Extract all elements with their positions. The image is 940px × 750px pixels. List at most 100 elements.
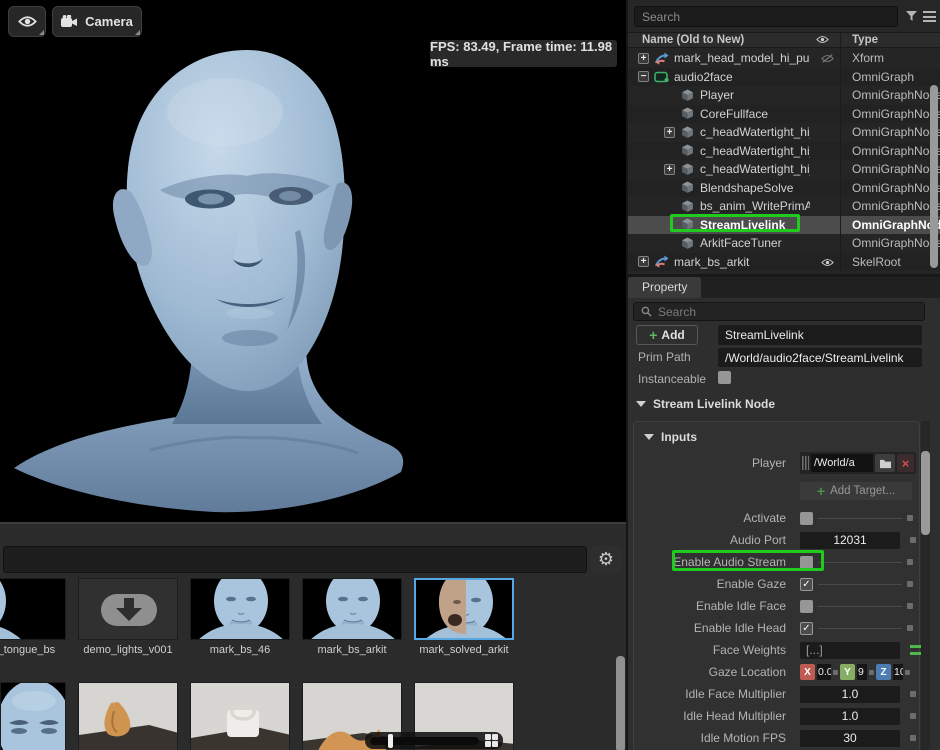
add-property-button[interactable]: + Add xyxy=(636,325,698,345)
content-scrollbar[interactable] xyxy=(616,656,625,750)
xform-icon xyxy=(653,52,670,65)
column-name[interactable]: Name (Old to New) xyxy=(642,34,744,46)
asset-thumbnail-mark-bs-arkit[interactable] xyxy=(302,578,402,640)
tree-row[interactable]: ArkitFaceTunerOmniGraphNode xyxy=(628,234,940,253)
expand-toggle-icon[interactable]: + xyxy=(664,127,675,138)
eye-hidden-icon[interactable] xyxy=(814,52,840,66)
grid-view-icon[interactable] xyxy=(485,734,498,747)
property-panel: Property Search + Add StreamLivelink Pri… xyxy=(628,274,940,750)
player-target-widget[interactable]: /World/a × xyxy=(800,452,916,474)
viewport-3d[interactable]: Camera FPS: 83.49, Frame time: 11.98 ms xyxy=(0,0,626,522)
tree-row-label: mark_head_model_hi_pub xyxy=(674,51,810,65)
section-stream-livelink-node[interactable]: Stream Livelink Node xyxy=(636,397,775,411)
tab-property[interactable]: Property xyxy=(628,277,701,298)
asset-thumbnail[interactable] xyxy=(0,682,66,750)
audio2face-app-window: Camera FPS: 83.49, Frame time: 11.98 ms … xyxy=(0,0,940,750)
tree-row[interactable]: +c_headWatertight_hi_OmniGraphNode xyxy=(628,160,940,179)
slider-track[interactable] xyxy=(370,737,479,745)
tree-row[interactable]: +c_headWatertight_hi_OmniGraphNode xyxy=(628,123,940,142)
asset-thumbnail-mark-solved-arkit[interactable] xyxy=(414,578,514,640)
audio-port-field[interactable]: 12031 xyxy=(800,532,900,549)
axis-z-value[interactable]: 10 xyxy=(893,664,903,680)
tree-row-label: c_headWatertight_hi_ xyxy=(700,125,810,139)
asset-thumbnail-laire-tongue-bs[interactable] xyxy=(0,578,66,640)
stage-search-input[interactable] xyxy=(634,6,898,27)
property-row-enable-audio-stream: Enable Audio Stream xyxy=(634,551,919,573)
tree-row[interactable]: −audio2faceOmniGraph xyxy=(628,68,940,87)
cube-icon xyxy=(679,237,696,250)
add-target-button[interactable]: + Add Target... xyxy=(800,482,912,500)
tree-row[interactable]: PlayerOmniGraphNode xyxy=(628,86,940,105)
enable-audio-stream-checkbox[interactable] xyxy=(800,556,813,569)
tree-row-label: audio2face xyxy=(674,70,733,84)
asset-label: mark_bs_arkit xyxy=(302,644,402,656)
idle-motion-fps-field[interactable]: 30 xyxy=(800,730,900,747)
stage-panel: Name (Old to New) Type + mark_head_model_… xyxy=(628,0,940,274)
tree-row[interactable]: bs_anim_WritePrimAtOmniGraphNode xyxy=(628,197,940,216)
activate-checkbox[interactable] xyxy=(800,512,813,525)
menu-icon[interactable] xyxy=(923,11,936,22)
visibility-column-eye-icon[interactable] xyxy=(816,35,829,47)
axis-y-badge: Y xyxy=(840,664,855,680)
tree-row[interactable]: c_headWatertight_hi_OmniGraphNode xyxy=(628,142,940,161)
gaze-location-xyz-widget[interactable]: X0.0Y9Z10 xyxy=(800,664,912,680)
enable-idle-head-checkbox[interactable]: ✓ xyxy=(800,622,813,635)
slider-handle[interactable] xyxy=(388,734,393,748)
tree-row-type: OmniGraphNode xyxy=(852,236,940,250)
prim-path-field[interactable]: /World/audio2face/StreamLivelink xyxy=(718,348,922,367)
asset-thumbnail[interactable] xyxy=(190,682,290,750)
property-scrollbar[interactable] xyxy=(921,451,930,535)
thumbnail-size-slider[interactable] xyxy=(365,732,503,749)
camera-menu-button[interactable]: Camera xyxy=(52,6,142,37)
inputs-section-header[interactable]: Inputs xyxy=(644,430,697,444)
expand-toggle-icon[interactable]: + xyxy=(638,256,649,267)
tree-row-type: SkelRoot xyxy=(852,255,901,269)
drag-handle-icon[interactable] xyxy=(802,456,809,470)
fps-counter: FPS: 83.49, Frame time: 11.98 ms xyxy=(430,40,617,67)
prim-path-label: Prim Path xyxy=(638,350,691,364)
tree-row-label: bs_anim_WritePrimAt xyxy=(700,199,810,213)
collapse-triangle-icon xyxy=(644,434,654,440)
tree-row[interactable]: +mark_head_model_hi_pubXform xyxy=(628,49,940,68)
property-search-input[interactable]: Search xyxy=(633,302,925,321)
column-type[interactable]: Type xyxy=(852,34,878,46)
tree-row[interactable]: BlendshapeSolveOmniGraphNode xyxy=(628,179,940,198)
clear-target-button[interactable]: × xyxy=(897,454,914,472)
expand-toggle-icon[interactable]: + xyxy=(638,53,649,64)
instanceable-checkbox[interactable] xyxy=(718,371,731,384)
idle-motion-fps-label: Idle Motion FPS xyxy=(634,731,786,745)
enable-gaze-checkbox[interactable]: ✓ xyxy=(800,578,813,591)
connection-dot xyxy=(907,559,913,565)
search-placeholder: Search xyxy=(658,305,696,319)
tree-row-label: Player xyxy=(700,88,734,102)
prim-name-field[interactable]: StreamLivelink xyxy=(718,325,922,345)
connection-dot xyxy=(910,691,916,697)
property-row-gaze-location: Gaze LocationX0.0Y9Z10 xyxy=(634,661,919,683)
enable-idle-face-label: Enable Idle Face xyxy=(634,599,786,613)
asset-thumbnail[interactable] xyxy=(78,682,178,750)
stage-scrollbar[interactable] xyxy=(930,85,938,268)
player-target-value[interactable]: /World/a xyxy=(811,454,873,472)
expand-toggle-icon[interactable]: − xyxy=(638,71,649,82)
expand-toggle-icon[interactable]: + xyxy=(664,164,675,175)
face-weights-field[interactable]: [...] xyxy=(800,642,900,659)
tree-row[interactable]: StreamLivelinkOmniGraphNode xyxy=(628,216,940,235)
axis-x-value[interactable]: 0.0 xyxy=(817,664,831,680)
tree-row[interactable]: CoreFullfaceOmniGraphNode xyxy=(628,105,940,124)
enable-idle-face-checkbox[interactable] xyxy=(800,600,813,613)
asset-thumbnail-mark-bs-46[interactable] xyxy=(190,578,290,640)
eye-visible-icon[interactable] xyxy=(814,256,840,270)
connection-dot xyxy=(910,735,916,741)
idle-head-multiplier-field[interactable]: 1.0 xyxy=(800,708,900,725)
idle-face-multiplier-field[interactable]: 1.0 xyxy=(800,686,900,703)
filter-icon[interactable] xyxy=(905,10,918,25)
axis-y-value[interactable]: 9 xyxy=(857,664,867,680)
visibility-menu-button[interactable] xyxy=(8,6,46,37)
tree-row[interactable]: +mark_bs_arkitSkelRoot xyxy=(628,253,940,272)
browse-folder-button[interactable] xyxy=(875,454,895,472)
content-options-button[interactable]: ⚙ xyxy=(591,546,621,573)
player-row: Player /World/a × xyxy=(634,450,919,476)
asset-thumbnail-demo-lights-v001[interactable] xyxy=(78,578,178,640)
content-path-bar[interactable] xyxy=(3,546,587,573)
connection-dot xyxy=(910,713,916,719)
